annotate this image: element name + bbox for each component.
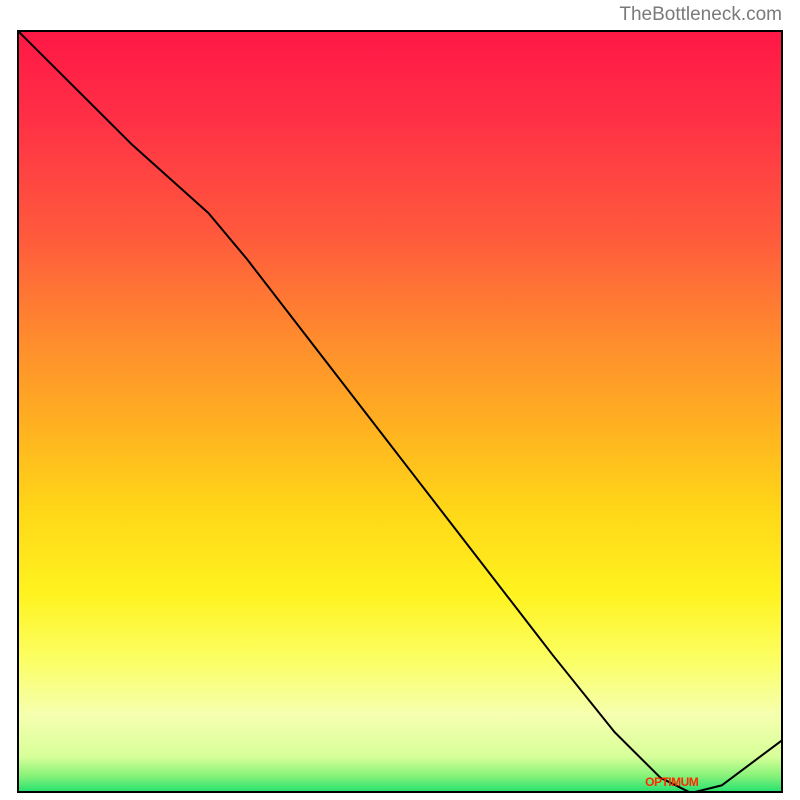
chart-gradient-background: [19, 32, 781, 791]
optimum-annotation: OPTIMUM: [645, 775, 698, 789]
chart-plot-area: [17, 30, 783, 793]
watermark-text: TheBottleneck.com: [619, 4, 782, 26]
